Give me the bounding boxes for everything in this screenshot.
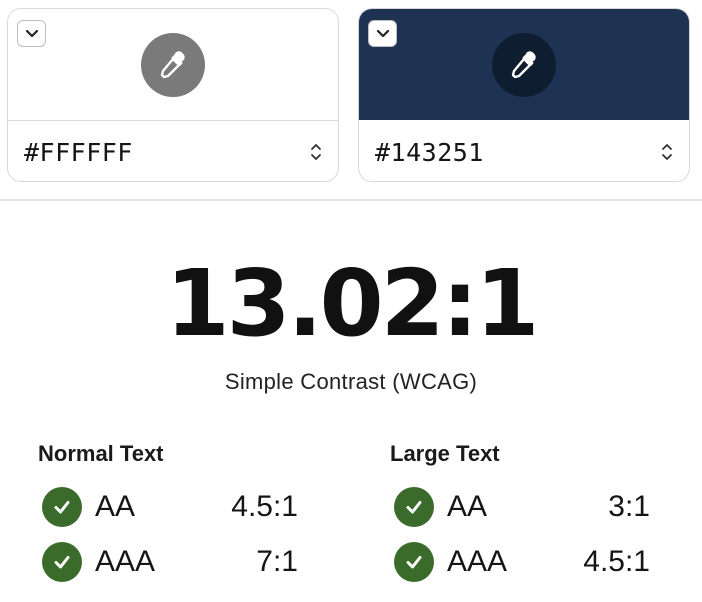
- foreground-hex-value[interactable]: #FFFFFF: [24, 138, 133, 167]
- eyedropper-icon: [160, 51, 185, 79]
- background-eyedropper-button[interactable]: [492, 33, 556, 97]
- large-aaa-ratio: 4.5:1: [583, 545, 650, 578]
- chevron-up-down-icon: [662, 144, 672, 160]
- normal-aaa-ratio: 7:1: [256, 545, 298, 578]
- background-format-stepper[interactable]: [661, 142, 673, 162]
- background-hex-value[interactable]: #143251: [375, 138, 484, 167]
- chevron-down-icon: [25, 29, 38, 37]
- foreground-color-card: #FFFFFF: [7, 8, 339, 182]
- normal-aa-ratio: 4.5:1: [231, 490, 298, 523]
- normal-aa-label: AA: [95, 490, 136, 523]
- check-icon: [394, 542, 434, 582]
- check-icon: [394, 487, 434, 527]
- check-icon: [42, 542, 82, 582]
- normal-text-heading: Normal Text: [38, 441, 164, 466]
- background-color-card: #143251: [358, 8, 690, 182]
- section-divider: [0, 199, 702, 201]
- normal-aa-row: AA: [42, 487, 135, 527]
- large-aa-row: AA: [394, 487, 487, 527]
- check-icon: [42, 487, 82, 527]
- contrast-ratio: 13.02:1: [165, 250, 540, 357]
- foreground-format-stepper[interactable]: [310, 142, 322, 162]
- large-text-heading: Large Text: [390, 441, 500, 466]
- chevron-up-down-icon: [311, 144, 321, 160]
- background-toggle-button[interactable]: [368, 20, 397, 47]
- normal-aaa-row: AAA: [42, 542, 155, 582]
- large-aaa-row: AAA: [394, 542, 507, 582]
- contrast-caption: Simple Contrast (WCAG): [224, 369, 478, 394]
- foreground-eyedropper-button[interactable]: [141, 33, 205, 97]
- normal-aaa-label: AAA: [95, 545, 156, 578]
- large-aa-ratio: 3:1: [608, 490, 650, 523]
- chevron-down-icon: [376, 29, 389, 37]
- eyedropper-icon: [511, 51, 536, 79]
- large-aa-label: AA: [447, 490, 488, 523]
- foreground-toggle-button[interactable]: [17, 20, 46, 47]
- large-aaa-label: AAA: [447, 545, 508, 578]
